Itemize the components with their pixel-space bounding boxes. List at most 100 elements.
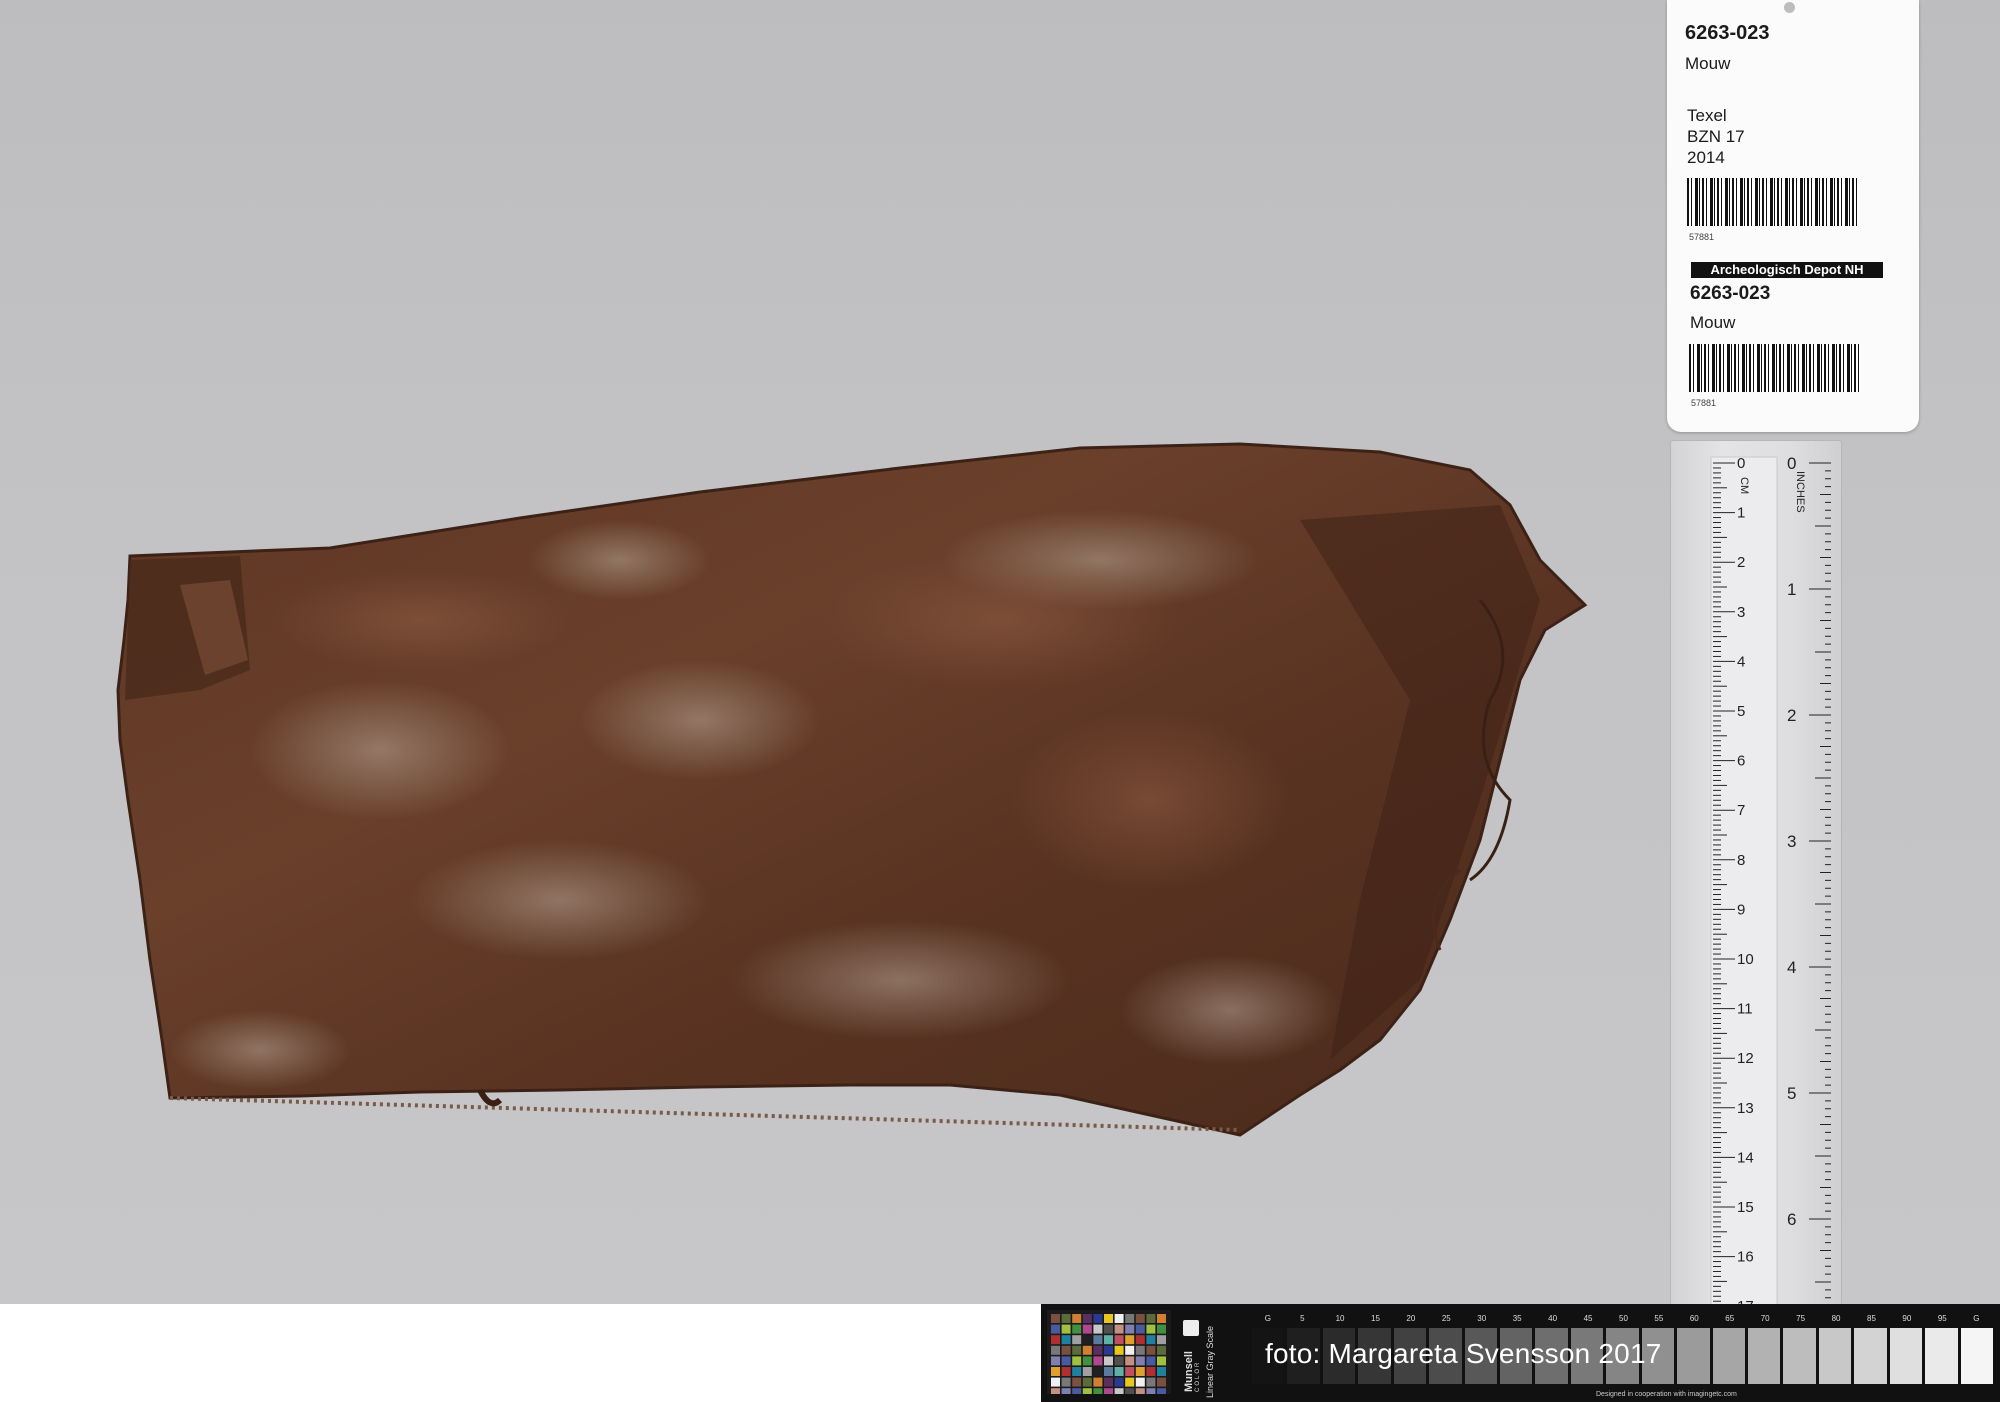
gray-patch-number: 70: [1760, 1314, 1770, 1323]
color-swatch: [1135, 1356, 1145, 1366]
color-swatch: [1146, 1356, 1156, 1366]
color-swatch: [1082, 1324, 1092, 1334]
color-swatch: [1093, 1388, 1103, 1394]
gray-patch-number: 25: [1441, 1314, 1451, 1323]
gray-scale-name: Linear Gray Scale: [1205, 1325, 1215, 1398]
cm-label: 11: [1737, 1001, 1753, 1018]
color-swatch: [1135, 1345, 1145, 1355]
color-swatch: [1104, 1367, 1113, 1376]
color-swatch: [1114, 1335, 1124, 1345]
color-swatch: [1061, 1335, 1071, 1345]
gray-patch-number: 55: [1654, 1314, 1664, 1323]
color-swatch: [1114, 1356, 1124, 1366]
color-swatch: [1093, 1377, 1103, 1387]
gray-patch-number: 30: [1477, 1314, 1487, 1323]
color-swatch: [1104, 1335, 1113, 1345]
color-swatch: [1104, 1356, 1113, 1366]
color-swatch: [1061, 1356, 1071, 1366]
color-swatch: [1135, 1377, 1145, 1387]
color-swatch: [1157, 1324, 1166, 1334]
color-swatch: [1125, 1324, 1135, 1334]
color-swatch: [1072, 1388, 1082, 1394]
barcode-number: 57881: [1689, 232, 1715, 242]
color-swatch: [1072, 1356, 1082, 1366]
color-swatch: [1146, 1324, 1156, 1334]
color-swatch: [1051, 1367, 1060, 1376]
color-swatch: [1082, 1388, 1092, 1394]
color-swatch: [1104, 1377, 1113, 1387]
cm-label: 3: [1737, 604, 1745, 621]
color-swatch: [1157, 1377, 1166, 1387]
color-swatch: [1125, 1314, 1135, 1323]
color-swatch: [1157, 1356, 1166, 1366]
color-swatch: [1114, 1367, 1124, 1376]
color-swatch: [1082, 1314, 1092, 1323]
color-swatch: [1104, 1324, 1113, 1334]
gray-patch-number: 75: [1796, 1314, 1806, 1323]
color-swatch: [1093, 1314, 1103, 1323]
color-swatch: [1093, 1335, 1103, 1345]
color-swatch: [1104, 1388, 1113, 1394]
color-swatch: [1061, 1377, 1071, 1387]
inch-label: 1: [1787, 580, 1796, 599]
measuring-ruler: 01234567891011121314151617CM0123456INCHE…: [1670, 440, 1842, 1306]
depot-name: Archeologisch Depot NH: [1691, 262, 1883, 278]
color-swatch: [1082, 1335, 1092, 1345]
cm-label: 6: [1737, 753, 1745, 770]
cm-label: 7: [1737, 802, 1745, 819]
color-swatch: [1082, 1356, 1092, 1366]
cm-label: 14: [1737, 1149, 1754, 1166]
color-swatch: [1146, 1377, 1156, 1387]
cm-label: 5: [1737, 703, 1745, 720]
tag-object-number: 6263-023: [1685, 22, 1770, 44]
museum-label-tag: 6263-023 Mouw Texel BZN 17 2014 57881 Ar…: [1667, 0, 1919, 432]
inch-label: 2: [1787, 706, 1796, 725]
gray-patch: [1748, 1328, 1781, 1384]
color-swatch: [1114, 1377, 1124, 1387]
gray-patch-number: 80: [1831, 1314, 1841, 1323]
color-swatch: [1125, 1377, 1135, 1387]
tag-object-name-2: Mouw: [1690, 313, 1736, 332]
barcode-2: [1689, 344, 1861, 392]
color-swatch: [1104, 1314, 1113, 1323]
cm-label: 8: [1737, 852, 1745, 869]
gray-patch: [1889, 1328, 1923, 1384]
inch-label: 6: [1787, 1210, 1796, 1229]
gray-patch: [1818, 1328, 1852, 1384]
tag-hole: [1784, 2, 1795, 13]
color-swatch: [1125, 1345, 1135, 1355]
ruler-scale-strip: [1710, 456, 1778, 1305]
color-swatch: [1114, 1314, 1124, 1323]
color-swatch: [1051, 1345, 1060, 1355]
color-swatch: [1114, 1345, 1124, 1355]
gray-patch-number: G: [1973, 1314, 1980, 1323]
color-swatch: [1093, 1356, 1103, 1366]
photo-credit: foto: Margareta Svensson 2017: [1265, 1338, 1662, 1369]
cm-unit-label: CM: [1738, 477, 1750, 494]
color-swatch: [1061, 1324, 1071, 1334]
color-checker-chart: [1047, 1310, 1171, 1394]
color-swatch: [1093, 1345, 1103, 1355]
gray-patch-number: 15: [1371, 1314, 1380, 1323]
color-swatch: [1072, 1335, 1082, 1345]
gray-patch-number: 5: [1300, 1314, 1305, 1323]
color-swatch: [1135, 1388, 1145, 1394]
color-swatch: [1146, 1388, 1156, 1394]
color-calibration-strip: Munsell COLOR Linear Gray Scale G 5 10 15 20…: [1041, 1304, 2000, 1402]
color-swatch: [1146, 1367, 1156, 1376]
gray-patch-number: 60: [1689, 1314, 1699, 1323]
color-swatch: [1114, 1388, 1124, 1394]
color-swatch: [1157, 1388, 1166, 1394]
designed-credit: Designed in cooperation with imagingetc.…: [1596, 1391, 1737, 1398]
color-swatch: [1093, 1367, 1103, 1376]
color-swatch: [1135, 1367, 1145, 1376]
color-swatch: [1061, 1345, 1071, 1355]
color-swatch: [1157, 1314, 1166, 1323]
gray-patch: [1677, 1328, 1710, 1384]
color-swatch: [1093, 1324, 1103, 1334]
tag-year: 2014: [1687, 148, 1725, 167]
color-swatch: [1125, 1388, 1135, 1394]
gray-patch-number: 95: [1937, 1314, 1947, 1323]
color-swatch: [1157, 1335, 1166, 1345]
color-swatch: [1125, 1367, 1135, 1376]
